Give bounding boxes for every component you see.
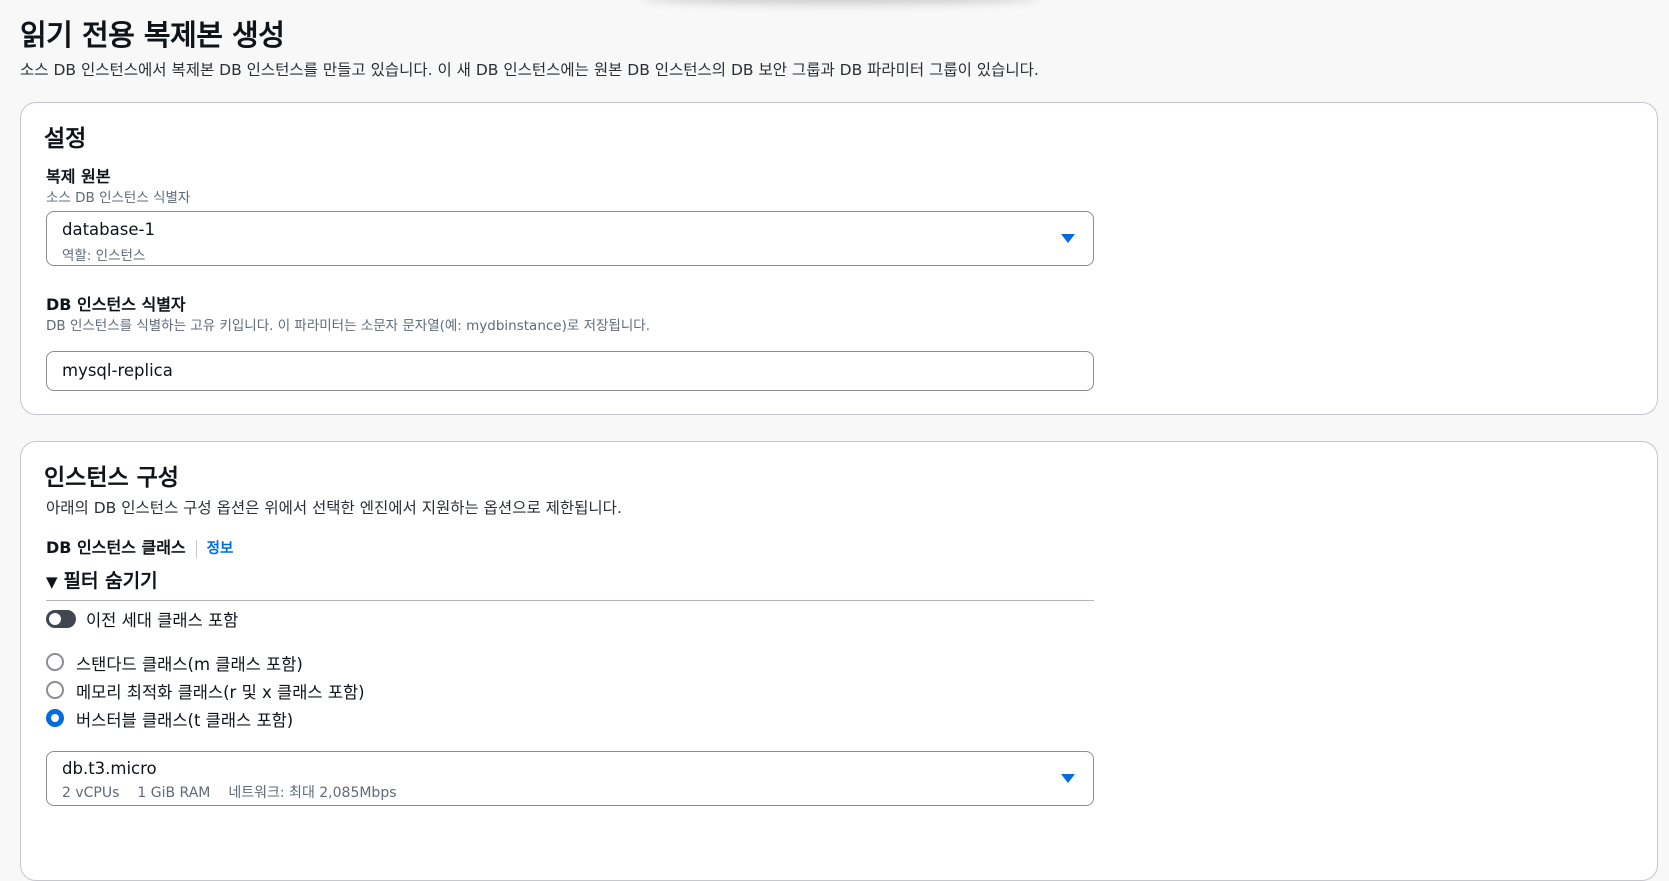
radio-burstable-class[interactable] — [46, 709, 64, 727]
instance-config-title: 인스턴스 구성 — [44, 465, 179, 491]
instance-config-description: 아래의 DB 인스턴스 구성 옵션은 위에서 선택한 엔진에서 지원하는 옵션으… — [46, 499, 622, 517]
toggle-knob — [49, 613, 61, 625]
info-link[interactable]: 정보 — [207, 541, 234, 557]
settings-panel: 설정 복제 원본 소스 DB 인스턴스 식별자 database-1 역할: 인… — [20, 102, 1658, 415]
identifier-description: DB 인스턴스를 식별하는 고유 키입니다. 이 파라미터는 소문자 문자열(예… — [46, 318, 650, 334]
ram-spec: 1 GiB RAM — [137, 785, 211, 801]
caret-down-icon — [1061, 234, 1075, 243]
identifier-value: mysql-replica — [62, 361, 173, 380]
source-db-value: database-1 — [62, 220, 155, 239]
radio-standard-class[interactable] — [46, 653, 64, 671]
vcpu-spec: 2 vCPUs — [62, 785, 120, 801]
source-label: 복제 원본 — [46, 167, 111, 186]
instance-class-select[interactable]: db.t3.micro 2 vCPUs 1 GiB RAM 네트워크: 최대 2,0… — [46, 751, 1094, 806]
instance-config-panel: 인스턴스 구성 아래의 DB 인스턴스 구성 옵션은 위에서 선택한 엔진에서 … — [20, 441, 1658, 881]
page-title: 읽기 전용 복제본 생성 — [20, 18, 285, 52]
settings-title: 설정 — [44, 126, 87, 152]
radio-memory-optimized-class[interactable] — [46, 681, 64, 699]
option-standard-class[interactable]: 스탠다드 클래스(m 클래스 포함) — [76, 651, 303, 675]
caret-down-icon — [1061, 774, 1075, 783]
db-class-header: DB 인스턴스 클래스 정보 — [46, 534, 233, 558]
source-db-select[interactable]: database-1 역할: 인스턴스 — [46, 211, 1094, 266]
divider — [46, 600, 1094, 601]
network-spec: 네트워크: 최대 2,085Mbps — [228, 785, 397, 801]
source-db-role: 역할: 인스턴스 — [62, 248, 146, 264]
identifier-input[interactable]: mysql-replica — [46, 351, 1094, 391]
divider — [195, 539, 197, 558]
option-burstable-class[interactable]: 버스터블 클래스(t 클래스 포함) — [76, 707, 293, 731]
db-class-label: DB 인스턴스 클래스 — [46, 538, 186, 557]
source-description: 소스 DB 인스턴스 식별자 — [46, 190, 191, 206]
previous-gen-toggle[interactable] — [46, 610, 76, 628]
instance-class-value: db.t3.micro — [62, 759, 157, 778]
filter-toggle-label: 필터 숨기기 — [63, 570, 158, 592]
identifier-label: DB 인스턴스 식별자 — [46, 295, 186, 314]
instance-class-specs: 2 vCPUs 1 GiB RAM 네트워크: 최대 2,085Mbps — [62, 782, 415, 802]
previous-gen-label: 이전 세대 클래스 포함 — [86, 611, 239, 630]
page-description: 소스 DB 인스턴스에서 복제본 DB 인스턴스를 만들고 있습니다. 이 새 … — [20, 61, 1039, 79]
option-memory-optimized-class[interactable]: 메모리 최적화 클래스(r 및 x 클래스 포함) — [76, 679, 365, 703]
filter-toggle[interactable]: ▼ 필터 숨기기 — [46, 566, 158, 593]
caret-down-icon: ▼ — [46, 573, 58, 591]
